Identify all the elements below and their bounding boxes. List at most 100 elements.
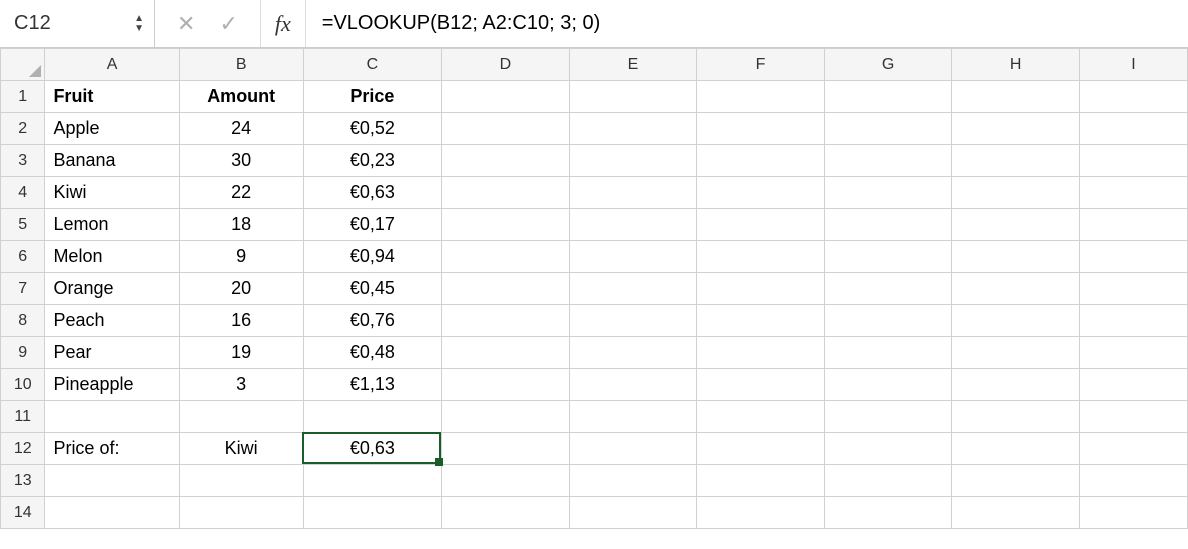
cell-C10[interactable]: €1,13 xyxy=(303,369,441,401)
cell-A10[interactable]: Pineapple xyxy=(45,369,179,401)
fx-label[interactable]: fx xyxy=(261,0,306,47)
spreadsheet-grid[interactable]: ABCDEFGHI1FruitAmountPrice2Apple24€0,523… xyxy=(0,48,1188,529)
cell-I8[interactable] xyxy=(1079,305,1187,337)
cell-H9[interactable] xyxy=(952,337,1080,369)
select-all-corner[interactable] xyxy=(1,49,45,81)
cell-A6[interactable]: Melon xyxy=(45,241,179,273)
column-header-C[interactable]: C xyxy=(303,49,441,81)
row-header-13[interactable]: 13 xyxy=(1,465,45,497)
stepper-up-icon[interactable]: ▲ xyxy=(134,15,144,23)
cell-H1[interactable] xyxy=(952,81,1080,113)
cell-E4[interactable] xyxy=(569,177,697,209)
cell-B6[interactable]: 9 xyxy=(179,241,303,273)
name-box[interactable]: C12 xyxy=(14,12,134,35)
cell-D8[interactable] xyxy=(442,305,570,337)
cell-G12[interactable] xyxy=(824,433,952,465)
cell-B9[interactable]: 19 xyxy=(179,337,303,369)
cell-C13[interactable] xyxy=(303,465,441,497)
cell-E5[interactable] xyxy=(569,209,697,241)
cell-I7[interactable] xyxy=(1079,273,1187,305)
cell-G1[interactable] xyxy=(824,81,952,113)
cell-E8[interactable] xyxy=(569,305,697,337)
row-header-8[interactable]: 8 xyxy=(1,305,45,337)
cell-A4[interactable]: Kiwi xyxy=(45,177,179,209)
row-header-10[interactable]: 10 xyxy=(1,369,45,401)
cell-G6[interactable] xyxy=(824,241,952,273)
cell-H5[interactable] xyxy=(952,209,1080,241)
cell-C14[interactable] xyxy=(303,497,441,529)
cell-I14[interactable] xyxy=(1079,497,1187,529)
cell-G2[interactable] xyxy=(824,113,952,145)
cell-B8[interactable]: 16 xyxy=(179,305,303,337)
cell-D14[interactable] xyxy=(442,497,570,529)
cell-B12[interactable]: Kiwi xyxy=(179,433,303,465)
cell-I4[interactable] xyxy=(1079,177,1187,209)
column-header-A[interactable]: A xyxy=(45,49,179,81)
cell-C5[interactable]: €0,17 xyxy=(303,209,441,241)
cell-E13[interactable] xyxy=(569,465,697,497)
row-header-4[interactable]: 4 xyxy=(1,177,45,209)
cell-F9[interactable] xyxy=(697,337,825,369)
cell-H6[interactable] xyxy=(952,241,1080,273)
cell-D6[interactable] xyxy=(442,241,570,273)
cell-B4[interactable]: 22 xyxy=(179,177,303,209)
cell-B11[interactable] xyxy=(179,401,303,433)
row-header-2[interactable]: 2 xyxy=(1,113,45,145)
cell-I3[interactable] xyxy=(1079,145,1187,177)
cell-B14[interactable] xyxy=(179,497,303,529)
cancel-icon[interactable]: ✕ xyxy=(177,11,195,37)
cell-D3[interactable] xyxy=(442,145,570,177)
cell-C9[interactable]: €0,48 xyxy=(303,337,441,369)
row-header-6[interactable]: 6 xyxy=(1,241,45,273)
cell-E14[interactable] xyxy=(569,497,697,529)
cell-C11[interactable] xyxy=(303,401,441,433)
cell-F3[interactable] xyxy=(697,145,825,177)
cell-F5[interactable] xyxy=(697,209,825,241)
cell-C8[interactable]: €0,76 xyxy=(303,305,441,337)
cell-E6[interactable] xyxy=(569,241,697,273)
cell-B10[interactable]: 3 xyxy=(179,369,303,401)
cell-E3[interactable] xyxy=(569,145,697,177)
cell-C4[interactable]: €0,63 xyxy=(303,177,441,209)
cell-E11[interactable] xyxy=(569,401,697,433)
cell-F8[interactable] xyxy=(697,305,825,337)
cell-I2[interactable] xyxy=(1079,113,1187,145)
cell-I9[interactable] xyxy=(1079,337,1187,369)
cell-F4[interactable] xyxy=(697,177,825,209)
name-box-stepper[interactable]: ▲ ▼ xyxy=(134,15,144,33)
cell-C7[interactable]: €0,45 xyxy=(303,273,441,305)
cell-A12[interactable]: Price of: xyxy=(45,433,179,465)
cell-H11[interactable] xyxy=(952,401,1080,433)
cell-I5[interactable] xyxy=(1079,209,1187,241)
cell-I13[interactable] xyxy=(1079,465,1187,497)
cell-E12[interactable] xyxy=(569,433,697,465)
cell-C6[interactable]: €0,94 xyxy=(303,241,441,273)
cell-H2[interactable] xyxy=(952,113,1080,145)
cell-B13[interactable] xyxy=(179,465,303,497)
cell-I6[interactable] xyxy=(1079,241,1187,273)
cell-I11[interactable] xyxy=(1079,401,1187,433)
cell-F2[interactable] xyxy=(697,113,825,145)
row-header-7[interactable]: 7 xyxy=(1,273,45,305)
cell-E7[interactable] xyxy=(569,273,697,305)
cell-A2[interactable]: Apple xyxy=(45,113,179,145)
cell-A3[interactable]: Banana xyxy=(45,145,179,177)
cell-A13[interactable] xyxy=(45,465,179,497)
cell-H4[interactable] xyxy=(952,177,1080,209)
cell-E9[interactable] xyxy=(569,337,697,369)
cell-F13[interactable] xyxy=(697,465,825,497)
row-header-5[interactable]: 5 xyxy=(1,209,45,241)
cell-F14[interactable] xyxy=(697,497,825,529)
cell-I12[interactable] xyxy=(1079,433,1187,465)
cell-G7[interactable] xyxy=(824,273,952,305)
cell-A11[interactable] xyxy=(45,401,179,433)
cell-H14[interactable] xyxy=(952,497,1080,529)
cell-A14[interactable] xyxy=(45,497,179,529)
row-header-1[interactable]: 1 xyxy=(1,81,45,113)
cell-D9[interactable] xyxy=(442,337,570,369)
column-header-H[interactable]: H xyxy=(952,49,1080,81)
cell-G8[interactable] xyxy=(824,305,952,337)
cell-D10[interactable] xyxy=(442,369,570,401)
cell-I1[interactable] xyxy=(1079,81,1187,113)
cell-D4[interactable] xyxy=(442,177,570,209)
